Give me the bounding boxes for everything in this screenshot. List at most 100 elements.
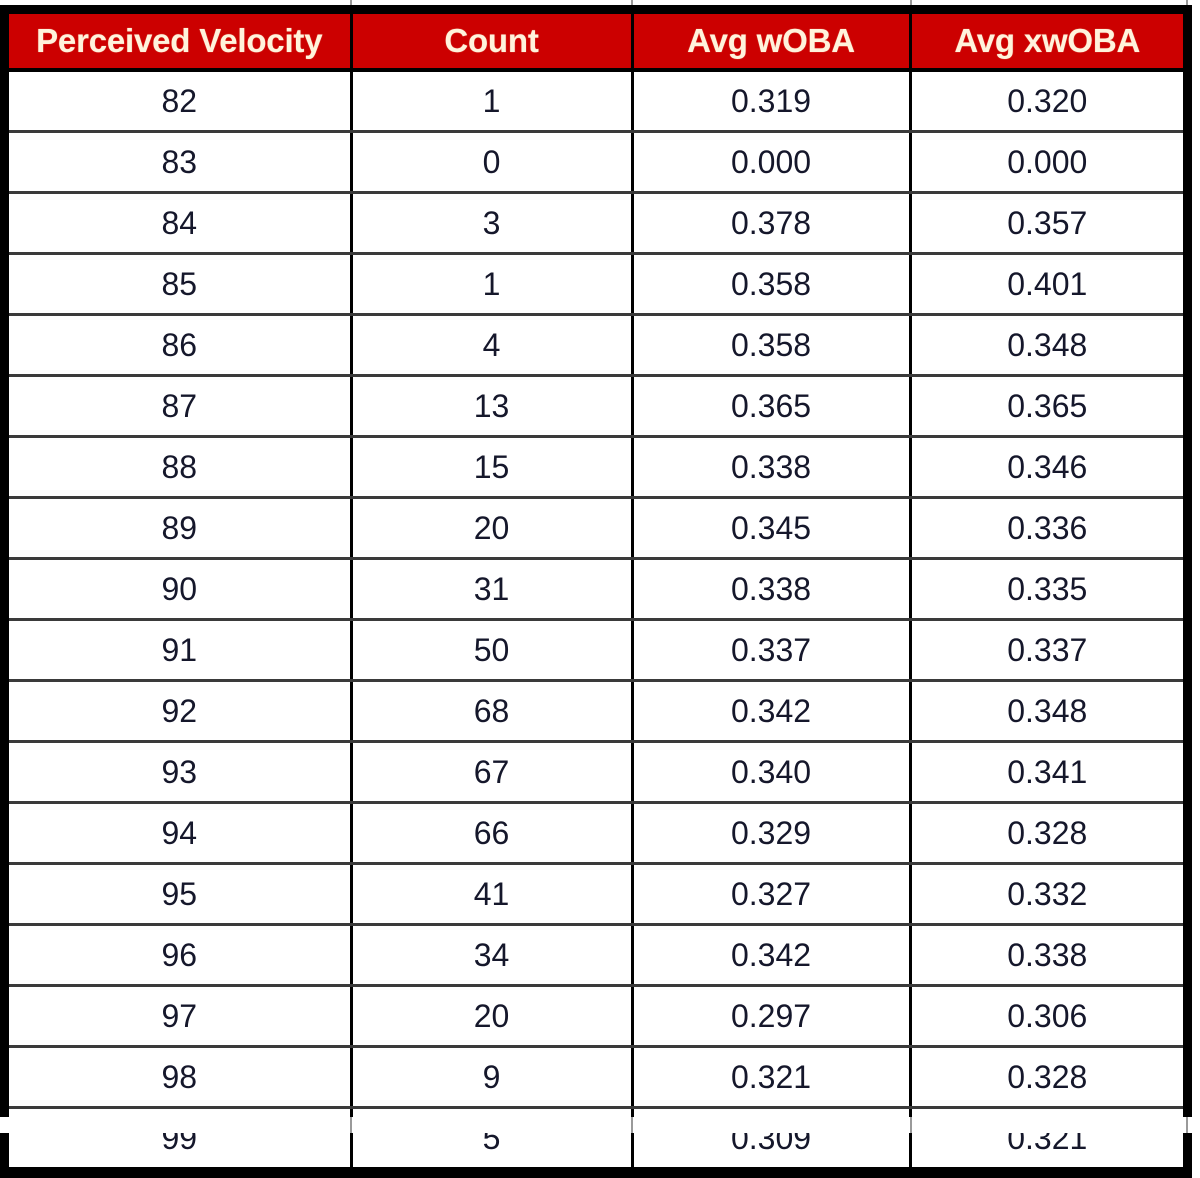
cell-velocity[interactable]: 83 (9, 131, 353, 194)
cell-velocity[interactable]: 96 (9, 924, 353, 987)
cell-velocity[interactable]: 91 (9, 619, 353, 682)
cell-avg_xwoba[interactable]: 0.365 (910, 375, 1183, 438)
cell-count[interactable]: 15 (351, 436, 634, 499)
cell-count[interactable]: 20 (351, 497, 634, 560)
table-row[interactable]: 93 67 0.340 0.341 (9, 741, 1183, 804)
cell-avg_xwoba[interactable]: 0.401 (910, 253, 1183, 316)
cell-velocity[interactable]: 89 (9, 497, 353, 560)
table-row[interactable]: 89 20 0.345 0.336 (9, 497, 1183, 560)
cell-avg_xwoba[interactable]: 0.348 (910, 680, 1183, 743)
cell-velocity[interactable]: 95 (9, 863, 353, 926)
cell-velocity[interactable]: 98 (9, 1046, 353, 1109)
cell-avg_xwoba[interactable]: 0.328 (910, 1046, 1183, 1109)
cell-avg_woba[interactable]: 0.358 (632, 253, 912, 316)
table-row[interactable]: 91 50 0.337 0.337 (9, 619, 1183, 682)
cell-velocity[interactable]: 94 (9, 802, 353, 865)
cell-avg_woba[interactable]: 0.329 (632, 802, 912, 865)
cell-count[interactable]: 13 (351, 375, 634, 438)
spreadsheet-row-below-sliver (0, 1117, 1200, 1133)
table-header-row: Perceived Velocity Count Avg wOBA Avg xw… (9, 14, 1183, 72)
table-row[interactable]: 94 66 0.329 0.328 (9, 802, 1183, 865)
cell-avg_xwoba[interactable]: 0.337 (910, 619, 1183, 682)
table-row[interactable]: 96 34 0.342 0.338 (9, 924, 1183, 987)
cell-avg_woba[interactable]: 0.342 (632, 680, 912, 743)
cell-avg_xwoba[interactable]: 0.306 (910, 985, 1183, 1048)
table-row[interactable]: 87 13 0.365 0.365 (9, 375, 1183, 438)
cell-count[interactable]: 41 (351, 863, 634, 926)
cell-count[interactable]: 50 (351, 619, 634, 682)
cell-velocity[interactable]: 92 (9, 680, 353, 743)
table-row[interactable]: 97 20 0.297 0.306 (9, 985, 1183, 1048)
cell-avg_woba[interactable]: 0.365 (632, 375, 912, 438)
cell-avg_woba[interactable]: 0.327 (632, 863, 912, 926)
table-container: Perceived Velocity Count Avg wOBA Avg xw… (0, 5, 1192, 1178)
column-header-perceived-velocity[interactable]: Perceived Velocity (9, 14, 353, 72)
column-header-avg-xwoba[interactable]: Avg xwOBA (910, 14, 1183, 72)
table-row[interactable]: 83 0 0.000 0.000 (9, 131, 1183, 194)
cell-avg_xwoba[interactable]: 0.328 (910, 802, 1183, 865)
cell-avg_woba[interactable]: 0.358 (632, 314, 912, 377)
cell-avg_woba[interactable]: 0.338 (632, 558, 912, 621)
cell-avg_woba[interactable]: 0.297 (632, 985, 912, 1048)
cell-count[interactable]: 1 (351, 70, 634, 133)
cell-avg_woba[interactable]: 0.345 (632, 497, 912, 560)
table-header: Perceived Velocity Count Avg wOBA Avg xw… (9, 14, 1183, 72)
cell-avg_woba[interactable]: 0.340 (632, 741, 912, 804)
cell-avg_xwoba[interactable]: 0.335 (910, 558, 1183, 621)
table-row[interactable]: 98 9 0.321 0.328 (9, 1046, 1183, 1109)
cell-avg_xwoba[interactable]: 0.332 (910, 863, 1183, 926)
cell-count[interactable]: 20 (351, 985, 634, 1048)
perceived-velocity-table: Perceived Velocity Count Avg wOBA Avg xw… (9, 14, 1183, 1167)
cell-count[interactable]: 0 (351, 131, 634, 194)
screenshot-canvas: Perceived Velocity Count Avg wOBA Avg xw… (0, 0, 1200, 1178)
cell-velocity[interactable]: 85 (9, 253, 353, 316)
cell-avg_xwoba[interactable]: 0.000 (910, 131, 1183, 194)
cell-count[interactable]: 67 (351, 741, 634, 804)
cell-avg_xwoba[interactable]: 0.346 (910, 436, 1183, 499)
cell-avg_woba[interactable]: 0.337 (632, 619, 912, 682)
cell-avg_xwoba[interactable]: 0.348 (910, 314, 1183, 377)
cell-avg_woba[interactable]: 0.000 (632, 131, 912, 194)
cell-velocity[interactable]: 93 (9, 741, 353, 804)
cell-count[interactable]: 1 (351, 253, 634, 316)
cell-count[interactable]: 68 (351, 680, 634, 743)
cell-velocity[interactable]: 84 (9, 192, 353, 255)
column-header-avg-woba[interactable]: Avg wOBA (632, 14, 912, 72)
cell-avg_xwoba[interactable]: 0.336 (910, 497, 1183, 560)
cell-velocity[interactable]: 88 (9, 436, 353, 499)
cell-velocity[interactable]: 86 (9, 314, 353, 377)
cell-count[interactable]: 3 (351, 192, 634, 255)
cell-avg_woba[interactable]: 0.319 (632, 70, 912, 133)
table-body: 82 1 0.319 0.320 83 0 0.000 0.000 84 3 0.378 0.357 8… (9, 70, 1183, 1167)
table-row[interactable]: 88 15 0.338 0.346 (9, 436, 1183, 499)
cell-avg_woba[interactable]: 0.378 (632, 192, 912, 255)
cell-count[interactable]: 9 (351, 1046, 634, 1109)
table-row[interactable]: 85 1 0.358 0.401 (9, 253, 1183, 316)
cell-count[interactable]: 4 (351, 314, 634, 377)
cell-count[interactable]: 66 (351, 802, 634, 865)
cell-velocity[interactable]: 90 (9, 558, 353, 621)
cell-avg_xwoba[interactable]: 0.338 (910, 924, 1183, 987)
column-divider-sliver-bottom-3 (910, 1117, 912, 1133)
cell-velocity[interactable]: 97 (9, 985, 353, 1048)
cell-count[interactable]: 34 (351, 924, 634, 987)
cell-count[interactable]: 31 (351, 558, 634, 621)
cell-avg_woba[interactable]: 0.338 (632, 436, 912, 499)
table-row[interactable]: 92 68 0.342 0.348 (9, 680, 1183, 743)
cell-velocity[interactable]: 82 (9, 70, 353, 133)
cell-avg_woba[interactable]: 0.342 (632, 924, 912, 987)
cell-velocity[interactable]: 87 (9, 375, 353, 438)
column-header-count[interactable]: Count (351, 14, 634, 72)
cell-avg_xwoba[interactable]: 0.341 (910, 741, 1183, 804)
table-row[interactable]: 90 31 0.338 0.335 (9, 558, 1183, 621)
table-row[interactable]: 86 4 0.358 0.348 (9, 314, 1183, 377)
cell-avg_woba[interactable]: 0.321 (632, 1046, 912, 1109)
column-divider-sliver-bottom-2 (631, 1117, 633, 1133)
table-row[interactable]: 84 3 0.378 0.357 (9, 192, 1183, 255)
column-divider-sliver-bottom-1 (350, 1117, 352, 1133)
table-row[interactable]: 82 1 0.319 0.320 (9, 70, 1183, 133)
cell-avg_xwoba[interactable]: 0.320 (910, 70, 1183, 133)
cell-avg_xwoba[interactable]: 0.357 (910, 192, 1183, 255)
column-divider-sliver-bottom-4 (1186, 1117, 1188, 1133)
table-row[interactable]: 95 41 0.327 0.332 (9, 863, 1183, 926)
